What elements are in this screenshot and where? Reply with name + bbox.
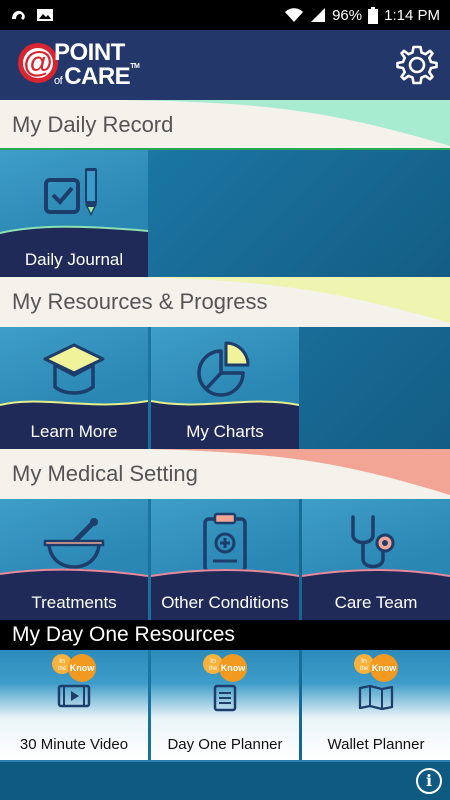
- tile-row-daily-record: Daily Journal: [0, 150, 450, 277]
- image-icon: [37, 9, 53, 21]
- gear-icon[interactable]: [396, 44, 438, 86]
- svg-text:the: the: [58, 666, 67, 672]
- video-icon: [57, 684, 91, 708]
- tile-label: 30 Minute Video: [19, 736, 129, 753]
- tile-label: Day One Planner: [167, 736, 283, 753]
- section-header-resources-progress: My Resources & Progress: [0, 277, 450, 327]
- section-title: My Daily Record: [12, 112, 174, 137]
- tile-label: Other Conditions: [161, 593, 289, 612]
- signal-icon: [311, 8, 326, 22]
- tile-row-resources: Learn More My Charts: [0, 327, 450, 449]
- section-header-medical-setting: My Medical Setting: [0, 449, 450, 499]
- tile-care-team[interactable]: Care Team: [302, 499, 450, 620]
- status-bar: 96% 1:14 PM: [0, 0, 450, 30]
- tile-daily-journal[interactable]: Daily Journal: [0, 150, 148, 277]
- tile-treatments[interactable]: Treatments: [0, 499, 148, 620]
- tile-row-medical: Treatments Other Conditions Care Team: [0, 499, 450, 620]
- battery-icon: [368, 6, 379, 24]
- tile-label: Daily Journal: [24, 250, 124, 269]
- wifi-icon: [285, 8, 304, 22]
- svg-text:Know: Know: [70, 663, 95, 673]
- tile-other-conditions[interactable]: Other Conditions: [151, 499, 299, 620]
- tile-row-day-one: In the Know 30 Minute Video In the Know: [0, 650, 450, 760]
- wallet-map-icon: [358, 684, 394, 710]
- section-header-day-one: My Day One Resources: [0, 620, 450, 650]
- in-the-know-badge: In the Know: [354, 654, 398, 682]
- graduation-cap-icon: [43, 343, 105, 395]
- planner-list-icon: [213, 684, 237, 712]
- section-title: My Day One Resources: [12, 623, 235, 646]
- tile-label: Care Team: [334, 593, 418, 612]
- section-title: My Medical Setting: [12, 461, 198, 486]
- tile-day-one-planner[interactable]: In the Know Day One Planner: [151, 650, 299, 760]
- logo-word-care: ofCARETM: [54, 63, 140, 90]
- in-the-know-badge: In the Know: [52, 654, 96, 682]
- svg-text:In: In: [361, 658, 367, 665]
- battery-percent: 96%: [332, 6, 363, 24]
- svg-text:Know: Know: [221, 663, 246, 673]
- tile-label: Learn More: [30, 422, 118, 441]
- tile-label: My Charts: [186, 422, 264, 441]
- tile-label: Treatments: [31, 593, 117, 612]
- clock: 1:14 PM: [384, 6, 440, 24]
- app-bar: @ POINT ofCARETM: [0, 30, 450, 100]
- tile-my-charts[interactable]: My Charts: [151, 327, 299, 449]
- section-title: My Resources & Progress: [12, 289, 268, 314]
- svg-text:In: In: [210, 658, 216, 665]
- logo-at-symbol: @: [18, 43, 58, 83]
- info-icon[interactable]: i: [416, 768, 442, 794]
- mortar-pestle-icon: [43, 518, 105, 573]
- section-header-daily-record: My Daily Record: [0, 100, 450, 150]
- bottom-bar: i: [0, 760, 450, 800]
- pie-chart-icon: [197, 341, 250, 397]
- tile-learn-more[interactable]: Learn More: [0, 327, 148, 449]
- tile-30-minute-video[interactable]: In the Know 30 Minute Video: [0, 650, 148, 760]
- tile-label: Wallet Planner: [327, 736, 425, 753]
- in-the-know-badge: In the Know: [203, 654, 247, 682]
- svg-text:In: In: [59, 658, 65, 665]
- svg-text:the: the: [209, 666, 218, 672]
- tile-wallet-planner[interactable]: In the Know Wallet Planner: [302, 650, 450, 760]
- ring-icon: [12, 10, 25, 20]
- journal-checkbox-pencil-icon: [44, 168, 97, 216]
- svg-text:the: the: [360, 666, 369, 672]
- svg-text:Know: Know: [372, 663, 397, 673]
